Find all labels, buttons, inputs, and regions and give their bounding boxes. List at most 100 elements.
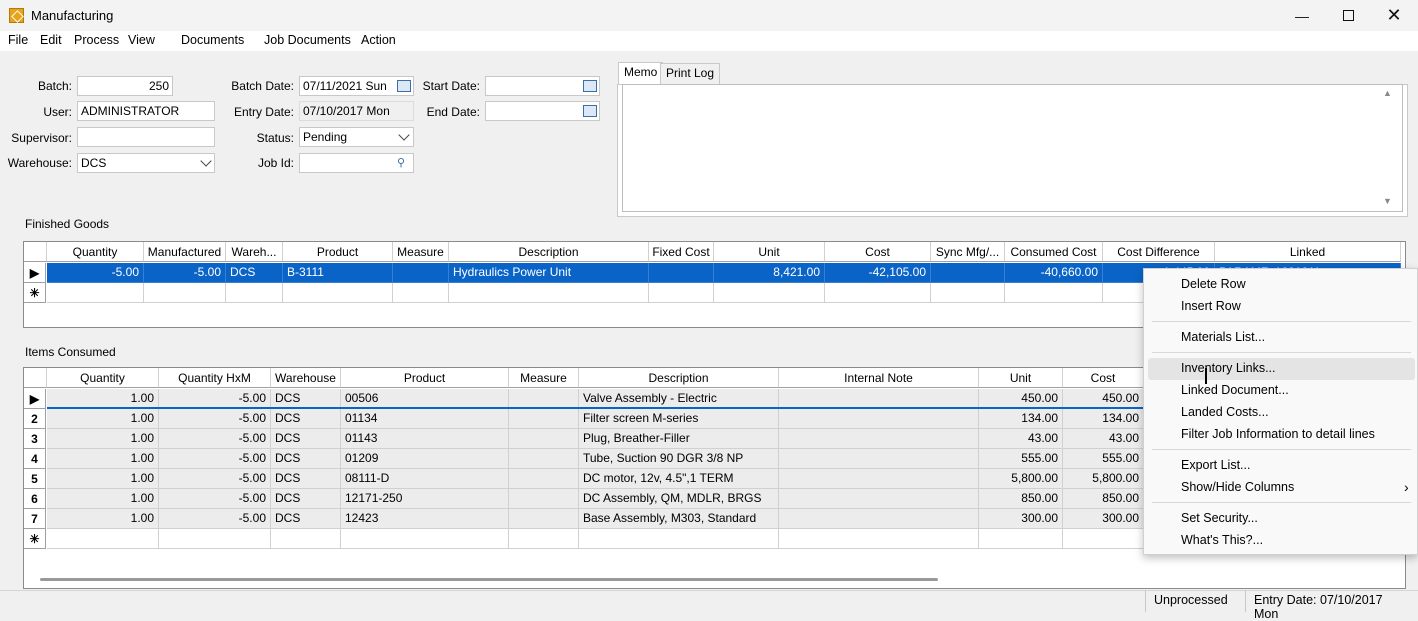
table-cell[interactable] — [509, 509, 579, 529]
menu-item-show-hide-columns[interactable]: Show/Hide Columns — [1181, 480, 1294, 494]
table-cell[interactable] — [283, 283, 393, 303]
table-cell[interactable] — [779, 529, 979, 549]
calendar-icon[interactable] — [583, 80, 597, 92]
table-cell[interactable] — [779, 429, 979, 449]
status-select[interactable]: Pending — [299, 127, 414, 147]
column-header[interactable]: Wareh... — [226, 242, 283, 262]
table-cell[interactable]: 450.00 — [979, 389, 1063, 409]
table-cell[interactable]: Valve Assembly - Electric — [579, 389, 779, 409]
table-cell[interactable] — [144, 283, 226, 303]
table-cell[interactable]: DC motor, 12v, 4.5",1 TERM — [579, 469, 779, 489]
close-icon[interactable]: ✕ — [1371, 0, 1417, 31]
menu-item-delete-row[interactable]: Delete Row — [1181, 277, 1246, 291]
row-number[interactable]: 2 — [24, 409, 46, 429]
menu-view[interactable]: View — [128, 33, 155, 47]
table-cell[interactable]: -5.00 — [47, 263, 144, 283]
table-cell[interactable] — [159, 529, 271, 549]
table-cell[interactable]: 01134 — [341, 409, 509, 429]
column-header[interactable]: Measure — [393, 242, 449, 262]
column-header[interactable]: Fixed Cost — [649, 242, 714, 262]
table-cell[interactable]: Filter screen M-series — [579, 409, 779, 429]
table-cell[interactable]: -5.00 — [159, 409, 271, 429]
table-cell[interactable] — [509, 429, 579, 449]
table-cell[interactable]: 01143 — [341, 429, 509, 449]
menu-process[interactable]: Process — [74, 33, 119, 47]
table-cell[interactable]: B-3111 — [283, 263, 393, 283]
table-cell[interactable]: DCS — [271, 509, 341, 529]
menu-item-export-list[interactable]: Export List... — [1181, 458, 1250, 472]
table-cell[interactable] — [979, 529, 1063, 549]
table-cell[interactable]: 1.00 — [47, 449, 159, 469]
table-cell[interactable] — [779, 449, 979, 469]
table-cell[interactable] — [649, 283, 714, 303]
column-header[interactable]: Unit — [714, 242, 825, 262]
table-cell[interactable]: -5.00 — [159, 429, 271, 449]
supervisor-field[interactable] — [77, 127, 215, 147]
column-header[interactable]: Quantity — [47, 242, 144, 262]
table-cell[interactable] — [509, 389, 579, 409]
table-cell[interactable]: 08111-D — [341, 469, 509, 489]
calendar-icon[interactable] — [583, 105, 597, 117]
menu-action[interactable]: Action — [361, 33, 396, 47]
table-cell[interactable] — [931, 283, 1005, 303]
table-cell[interactable]: 850.00 — [1063, 489, 1144, 509]
table-cell[interactable]: DCS — [271, 389, 341, 409]
menu-item-whats-this[interactable]: What's This?... — [1181, 533, 1263, 547]
table-cell[interactable]: 43.00 — [979, 429, 1063, 449]
table-cell[interactable]: -5.00 — [159, 469, 271, 489]
table-cell[interactable] — [47, 529, 159, 549]
table-cell[interactable] — [509, 449, 579, 469]
table-cell[interactable]: 1.00 — [47, 489, 159, 509]
table-cell[interactable] — [579, 529, 779, 549]
table-cell[interactable]: DC Assembly, QM, MDLR, BRGS — [579, 489, 779, 509]
menu-item-landed-costs[interactable]: Landed Costs... — [1181, 405, 1269, 419]
table-cell[interactable]: -5.00 — [159, 489, 271, 509]
table-cell[interactable] — [341, 529, 509, 549]
menu-item-set-security[interactable]: Set Security... — [1181, 511, 1258, 525]
table-cell[interactable] — [449, 283, 649, 303]
table-cell[interactable]: 300.00 — [1063, 509, 1144, 529]
menu-item-filter-job-info[interactable]: Filter Job Information to detail lines — [1181, 427, 1375, 441]
table-cell[interactable]: -40,660.00 — [1005, 263, 1103, 283]
horizontal-scrollbar[interactable] — [40, 578, 938, 581]
user-field[interactable]: ADMINISTRATOR — [77, 101, 215, 121]
table-cell[interactable]: 5,800.00 — [979, 469, 1063, 489]
column-header[interactable]: Linked — [1215, 242, 1401, 262]
menu-documents[interactable]: Documents — [181, 33, 244, 47]
column-header[interactable]: Quantity — [47, 368, 159, 388]
menu-file[interactable]: File — [8, 33, 28, 47]
table-cell[interactable] — [779, 489, 979, 509]
menu-item-insert-row[interactable]: Insert Row — [1181, 299, 1241, 313]
new-row-icon[interactable]: ✳ — [24, 529, 46, 549]
table-cell[interactable] — [47, 283, 144, 303]
table-cell[interactable]: 12171-250 — [341, 489, 509, 509]
table-cell[interactable] — [393, 263, 449, 283]
table-cell[interactable]: 1.00 — [47, 409, 159, 429]
column-header[interactable]: Product — [283, 242, 393, 262]
column-header[interactable]: Cost — [825, 242, 931, 262]
table-cell[interactable] — [714, 283, 825, 303]
table-cell[interactable]: 43.00 — [1063, 429, 1144, 449]
table-cell[interactable]: 12423 — [341, 509, 509, 529]
row-selector-current[interactable]: ▶ — [24, 263, 46, 283]
table-cell[interactable]: Hydraulics Power Unit — [449, 263, 649, 283]
table-cell[interactable]: DCS — [271, 489, 341, 509]
table-cell[interactable]: 1.00 — [47, 509, 159, 529]
row-number[interactable]: 5 — [24, 469, 46, 489]
table-cell[interactable]: 450.00 — [1063, 389, 1144, 409]
table-cell[interactable]: 850.00 — [979, 489, 1063, 509]
row-number[interactable]: 4 — [24, 449, 46, 469]
table-cell[interactable]: -42,105.00 — [825, 263, 931, 283]
column-header[interactable]: Measure — [509, 368, 579, 388]
table-cell[interactable] — [1063, 529, 1144, 549]
table-cell[interactable] — [226, 283, 283, 303]
column-header[interactable]: Quantity HxM — [159, 368, 271, 388]
table-cell[interactable]: 1.00 — [47, 389, 159, 409]
table-cell[interactable]: -5.00 — [159, 509, 271, 529]
table-cell[interactable]: 5,800.00 — [1063, 469, 1144, 489]
column-header[interactable]: Cost — [1063, 368, 1144, 388]
table-cell[interactable]: 01209 — [341, 449, 509, 469]
batch-field[interactable]: 250 — [77, 76, 173, 96]
tab-memo[interactable]: Memo — [618, 62, 664, 85]
column-header[interactable]: Warehouse — [271, 368, 341, 388]
